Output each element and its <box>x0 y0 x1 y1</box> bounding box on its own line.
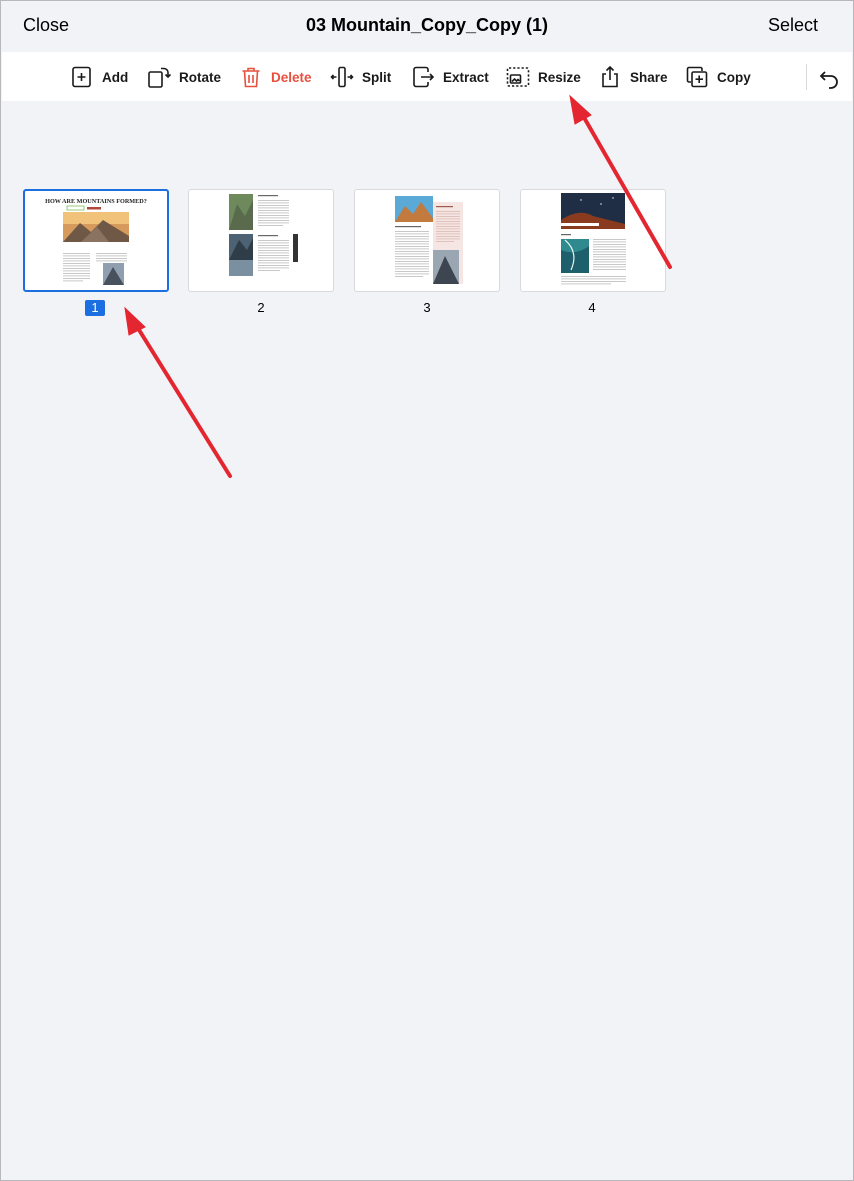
page-1-preview: HOW ARE MOUNTAINS FORMED? <box>45 198 147 285</box>
rotate-label: Rotate <box>179 69 222 85</box>
share-label: Share <box>630 69 668 85</box>
extract-icon <box>413 66 435 88</box>
page-thumbnail-4[interactable] <box>520 189 666 292</box>
page-number-1: 1 <box>85 300 105 316</box>
resize-icon <box>506 67 530 87</box>
annotation-arrows <box>124 94 672 478</box>
rotate-icon <box>148 67 171 88</box>
share-button[interactable]: Share <box>598 64 668 90</box>
page-thumbnail-2[interactable] <box>188 189 334 292</box>
undo-icon[interactable] <box>817 66 841 90</box>
extract-label: Extract <box>443 69 489 85</box>
add-button[interactable]: Add <box>70 64 128 90</box>
page-2-preview <box>229 194 298 276</box>
toolbar-divider <box>806 64 807 90</box>
navigation-bar: Close 03 Mountain_Copy_Copy (1) Select <box>0 0 854 52</box>
split-button[interactable]: Split <box>330 64 391 90</box>
copy-label: Copy <box>717 69 751 85</box>
delete-label: Delete <box>271 69 312 85</box>
copy-button[interactable]: Copy <box>685 64 751 90</box>
split-icon <box>330 66 354 88</box>
share-icon <box>602 65 618 88</box>
window-frame <box>0 0 854 1181</box>
document-title: 03 Mountain_Copy_Copy (1) <box>305 15 549 35</box>
extract-button[interactable]: Extract <box>411 64 489 90</box>
page-thumbnail-3[interactable] <box>354 189 500 292</box>
add-page-icon <box>72 66 91 88</box>
page-number-3: 3 <box>423 300 431 315</box>
page-toolbar: Add Rotate Delete Split Extract Resize S… <box>2 52 852 101</box>
rotate-button[interactable]: Rotate <box>147 64 221 90</box>
resize-button[interactable]: Resize <box>506 64 581 90</box>
split-label: Split <box>362 69 392 85</box>
copy-icon <box>686 66 708 88</box>
page-4-preview <box>561 193 626 285</box>
trash-icon <box>242 67 260 88</box>
page-1-heading: HOW ARE MOUNTAINS FORMED? <box>45 198 147 205</box>
resize-label: Resize <box>538 69 581 85</box>
page-number-2: 2 <box>257 300 265 315</box>
add-label: Add <box>102 69 129 85</box>
delete-button[interactable]: Delete <box>239 64 312 90</box>
arrow-head-page-1 <box>124 306 146 336</box>
page-thumbnail-1[interactable]: HOW ARE MOUNTAINS FORMED? <box>23 189 169 292</box>
page-number-4: 4 <box>588 300 596 315</box>
arrow-to-page-1 <box>134 323 232 478</box>
select-button[interactable]: Select <box>768 15 818 36</box>
page-3-preview <box>395 196 463 284</box>
